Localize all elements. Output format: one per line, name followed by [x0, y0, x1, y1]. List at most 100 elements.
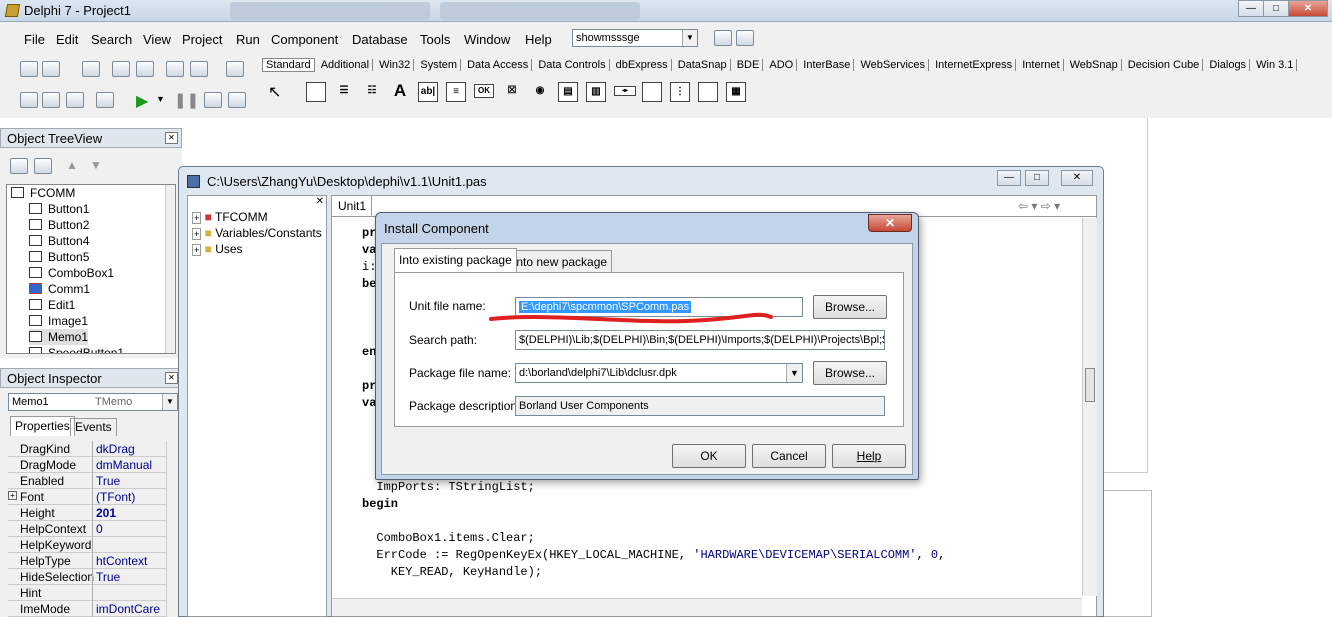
tree-item[interactable]: Button2: [29, 217, 89, 233]
editor-horizontal-scrollbar[interactable]: [332, 598, 1082, 616]
inspector-scrollbar[interactable]: [166, 441, 177, 617]
expand-icon[interactable]: +: [192, 244, 202, 256]
chevron-down-icon[interactable]: ▼: [682, 30, 697, 46]
tab-events[interactable]: Events: [70, 418, 117, 436]
new-icon[interactable]: [20, 61, 38, 77]
button-icon[interactable]: OK: [474, 84, 494, 98]
listbox-icon[interactable]: ▤: [558, 82, 578, 102]
explorer-item[interactable]: + ■ Uses: [192, 242, 243, 256]
palette-tab-interbase[interactable]: InterBase: [800, 59, 855, 71]
menu-database[interactable]: Database: [352, 32, 408, 47]
property-row[interactable]: + Font (TFont): [8, 489, 166, 505]
explorer-item[interactable]: + ■ Variables/Constants: [192, 226, 322, 240]
ok-button[interactable]: OK: [672, 444, 746, 468]
label-icon[interactable]: A: [390, 82, 410, 102]
checkbox-icon[interactable]: ☒: [502, 82, 522, 102]
scroll-thumb[interactable]: [1085, 368, 1095, 402]
property-row[interactable]: Height 201: [8, 505, 166, 521]
property-value[interactable]: 0: [96, 522, 103, 536]
frame-icon[interactable]: [306, 82, 326, 102]
palette-tab-bde[interactable]: BDE: [734, 59, 764, 71]
desktop-combo[interactable]: showmsssge ▼: [572, 29, 698, 47]
set-debug-desktop-icon[interactable]: [736, 30, 754, 46]
tab-into-existing-package[interactable]: Into existing package: [394, 248, 517, 272]
run-icon[interactable]: ▶: [136, 91, 148, 111]
palette-tab-additional[interactable]: Additional: [318, 59, 374, 71]
palette-tab-internet[interactable]: Internet: [1019, 59, 1064, 71]
help-book-icon[interactable]: [226, 61, 244, 77]
tree-item[interactable]: Button4: [29, 233, 89, 249]
object-selector[interactable]: Memo1 TMemo ▼: [8, 393, 178, 411]
close-icon[interactable]: ✕: [165, 372, 178, 384]
palette-tab-ado[interactable]: ADO: [766, 59, 798, 71]
chevron-down-icon[interactable]: ▼: [156, 94, 165, 104]
menu-tools[interactable]: Tools: [420, 32, 450, 47]
cancel-button[interactable]: Cancel: [752, 444, 826, 468]
package-description-field[interactable]: Borland User Components: [515, 396, 885, 416]
palette-tab-internetexpress[interactable]: InternetExpress: [932, 59, 1017, 71]
palette-tab-system[interactable]: System: [417, 59, 462, 71]
property-row[interactable]: HelpContext 0: [8, 521, 166, 537]
browse-unit-button[interactable]: Browse...: [813, 295, 887, 319]
delete-icon[interactable]: [10, 158, 28, 174]
close-icon[interactable]: ✕: [165, 132, 178, 144]
menu-edit[interactable]: Edit: [56, 32, 78, 47]
tree-root[interactable]: FCOMM: [11, 185, 75, 201]
palette-tab-standard[interactable]: Standard: [262, 58, 315, 72]
open-icon[interactable]: [42, 61, 60, 77]
tree-item[interactable]: Image1: [29, 313, 88, 329]
arrow-up-icon[interactable]: ▲: [66, 158, 78, 172]
pointer-icon[interactable]: ↖: [268, 82, 281, 102]
panel-icon[interactable]: [698, 82, 718, 102]
step-over-icon[interactable]: [228, 92, 246, 108]
back-icon[interactable]: ⇦ ▾ ⇨ ▾: [1018, 199, 1060, 213]
property-row[interactable]: HideSelection True: [8, 569, 166, 585]
treeview-scrollbar[interactable]: [165, 185, 175, 353]
close-icon[interactable]: ✕: [316, 196, 324, 207]
tree-item[interactable]: Comm1: [29, 281, 90, 297]
property-value[interactable]: dkDrag: [96, 442, 135, 456]
property-row[interactable]: HelpKeyword: [8, 537, 166, 553]
tab-unit1[interactable]: Unit1: [332, 196, 372, 216]
menu-run[interactable]: Run: [236, 32, 260, 47]
help-button[interactable]: Help: [832, 444, 906, 468]
arrow-down-icon[interactable]: ▼: [90, 158, 102, 172]
property-value[interactable]: htContext: [96, 554, 147, 568]
menu-project[interactable]: Project: [182, 32, 222, 47]
chevron-down-icon[interactable]: ▼: [162, 394, 177, 410]
pause-icon[interactable]: ❚❚: [174, 91, 199, 109]
explorer-item[interactable]: + ■ TFCOMM: [192, 210, 268, 224]
expand-icon[interactable]: +: [192, 212, 202, 224]
trace-into-icon[interactable]: [204, 92, 222, 108]
palette-tab-datasnap[interactable]: DataSnap: [675, 59, 731, 71]
palette-tab-dbexpress[interactable]: dbExpress: [613, 59, 672, 71]
property-row[interactable]: HelpType htContext: [8, 553, 166, 569]
property-value[interactable]: dmManual: [96, 458, 152, 472]
main-menu-icon[interactable]: ☰: [334, 82, 354, 102]
palette-tab-webservices[interactable]: WebServices: [857, 59, 930, 71]
editor-vertical-scrollbar[interactable]: [1082, 218, 1097, 596]
popup-menu-icon[interactable]: ☷: [362, 82, 382, 102]
tree-item[interactable]: Edit1: [29, 297, 75, 313]
tree-item[interactable]: SpeedButton1: [29, 345, 124, 353]
combobox-icon[interactable]: ▥: [586, 82, 606, 102]
actionlist-icon[interactable]: ▦: [726, 82, 746, 102]
minimize-icon[interactable]: —: [997, 170, 1021, 186]
close-icon[interactable]: ✕: [1288, 0, 1328, 17]
menu-window[interactable]: Window: [464, 32, 510, 47]
palette-tab-decision-cube[interactable]: Decision Cube: [1125, 59, 1204, 71]
toggle-form-unit-icon[interactable]: [66, 92, 84, 108]
save-icon[interactable]: [82, 61, 100, 77]
browse-package-button[interactable]: Browse...: [813, 361, 887, 385]
palette-tab-win31[interactable]: Win 3.1: [1253, 59, 1298, 71]
maximize-icon[interactable]: □: [1263, 0, 1289, 17]
palette-tab-win32[interactable]: Win32: [376, 59, 415, 71]
close-icon[interactable]: ✕: [868, 214, 912, 232]
property-value[interactable]: 201: [96, 506, 116, 520]
palette-tab-dialogs[interactable]: Dialogs: [1206, 59, 1251, 71]
property-row[interactable]: Enabled True: [8, 473, 166, 489]
property-row[interactable]: DragKind dkDrag: [8, 441, 166, 457]
tab-into-new-package[interactable]: Into new package: [508, 250, 613, 272]
property-value[interactable]: (TFont): [96, 490, 135, 504]
scrollbar-icon[interactable]: ◂▸: [614, 86, 636, 96]
